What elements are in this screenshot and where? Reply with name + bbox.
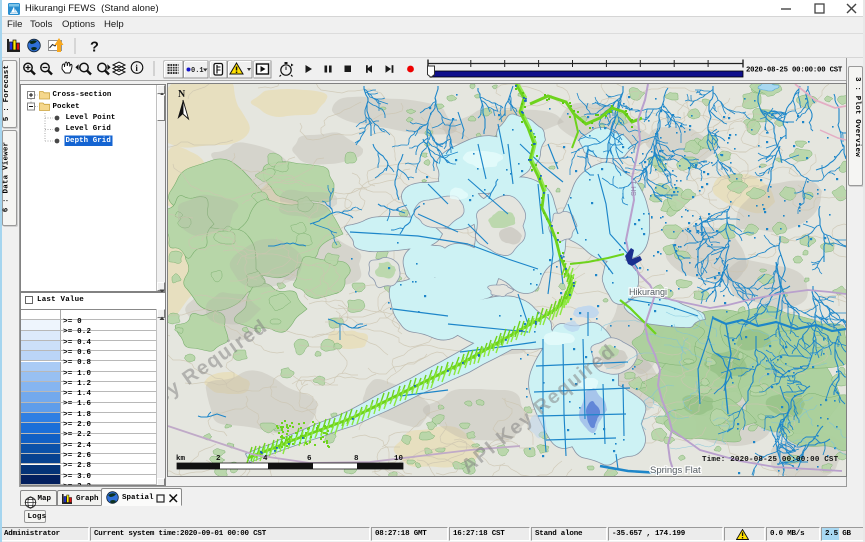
- svg-text:8: 8: [354, 455, 359, 463]
- svg-text:SH 1: SH 1: [631, 180, 638, 196]
- svg-text:N: N: [178, 89, 186, 100]
- svg-text:i: i: [135, 63, 138, 73]
- svg-text:2020-08-25 00:00:00 CST: 2020-08-25 00:00:00 CST: [746, 67, 843, 75]
- svg-text:km: km: [176, 455, 186, 463]
- svg-text:Hikurangi: Hikurangi: [629, 287, 667, 297]
- svg-text:?: ?: [90, 40, 99, 56]
- svg-text:Springs Flat: Springs Flat: [650, 465, 701, 476]
- svg-text:4: 4: [263, 455, 268, 463]
- svg-text:Time: 2020-08-25 00:00:00 CST: Time: 2020-08-25 00:00:00 CST: [702, 456, 839, 464]
- svg-text:6: 6: [307, 455, 312, 463]
- svg-text:2: 2: [216, 455, 221, 463]
- svg-text:10: 10: [394, 455, 404, 463]
- svg-text:0.1: 0.1: [191, 67, 204, 75]
